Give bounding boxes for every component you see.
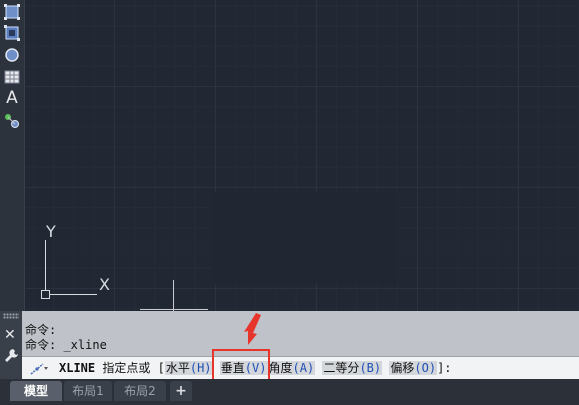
xline-command-icon	[30, 363, 48, 375]
command-name: XLINE	[59, 361, 96, 375]
option-key: (O)	[414, 361, 437, 375]
tab-layout2[interactable]: 布局2	[114, 381, 166, 401]
option-key: (H)	[189, 361, 212, 375]
command-input-line[interactable]: XLINE 指定点或 [水平(H) 垂直(V) 角度(A) 二等分(B) 偏移(O…	[22, 356, 579, 380]
option-label: 角度	[268, 361, 293, 375]
left-toolbar: A	[0, 0, 25, 311]
ucs-x-label: X	[99, 275, 110, 294]
polygon-select-icon[interactable]	[3, 46, 21, 64]
tab-layout1[interactable]: 布局1	[64, 381, 112, 401]
ucs-origin-box	[41, 290, 50, 299]
option-label: 二等分	[323, 361, 360, 375]
annotation-arrow-icon	[244, 313, 261, 345]
option-bisect[interactable]: 二等分(B)	[322, 361, 383, 375]
option-label: 水平	[165, 361, 190, 375]
layout-tabs-bar: 模型 布局1 布局2 +	[0, 379, 579, 405]
option-key: (B)	[359, 361, 382, 375]
ucs-x-axis	[45, 294, 97, 295]
text-icon[interactable]: A	[3, 89, 21, 107]
option-offset[interactable]: 偏移(O)	[389, 361, 438, 375]
option-label: 偏移	[390, 361, 415, 375]
add-layout-button[interactable]: +	[170, 381, 192, 401]
history-line: 命令:	[25, 323, 57, 337]
option-angle[interactable]: 角度(A)	[267, 361, 316, 375]
option-key: (A)	[292, 361, 315, 375]
crosshair-horizontal	[140, 309, 208, 310]
crosshair-vertical	[173, 280, 174, 311]
option-horizontal[interactable]: 水平(H)	[164, 361, 213, 375]
select-window-icon[interactable]	[3, 3, 21, 21]
bracket-open: [	[157, 361, 165, 375]
command-history: 命令: 命令: _xline	[25, 323, 575, 353]
tab-model[interactable]: 模型	[10, 381, 62, 401]
ucs-y-axis	[45, 240, 46, 295]
command-panel-sidebar: ✕	[0, 311, 22, 379]
drawing-canvas[interactable]	[26, 0, 579, 311]
crossing-window-icon[interactable]	[3, 24, 21, 42]
wrench-icon[interactable]	[4, 348, 18, 364]
point-style-icon[interactable]	[3, 112, 21, 130]
canvas-shaded-region	[212, 192, 397, 284]
panel-grip-handle[interactable]	[3, 313, 19, 319]
ucs-y-label: Y	[46, 222, 56, 241]
table-icon[interactable]	[3, 68, 21, 86]
history-line: 命令: _xline	[25, 338, 107, 352]
bracket-close: ]:	[437, 361, 452, 375]
close-icon[interactable]: ✕	[4, 328, 16, 342]
prompt-text: 指定点或	[102, 361, 151, 375]
